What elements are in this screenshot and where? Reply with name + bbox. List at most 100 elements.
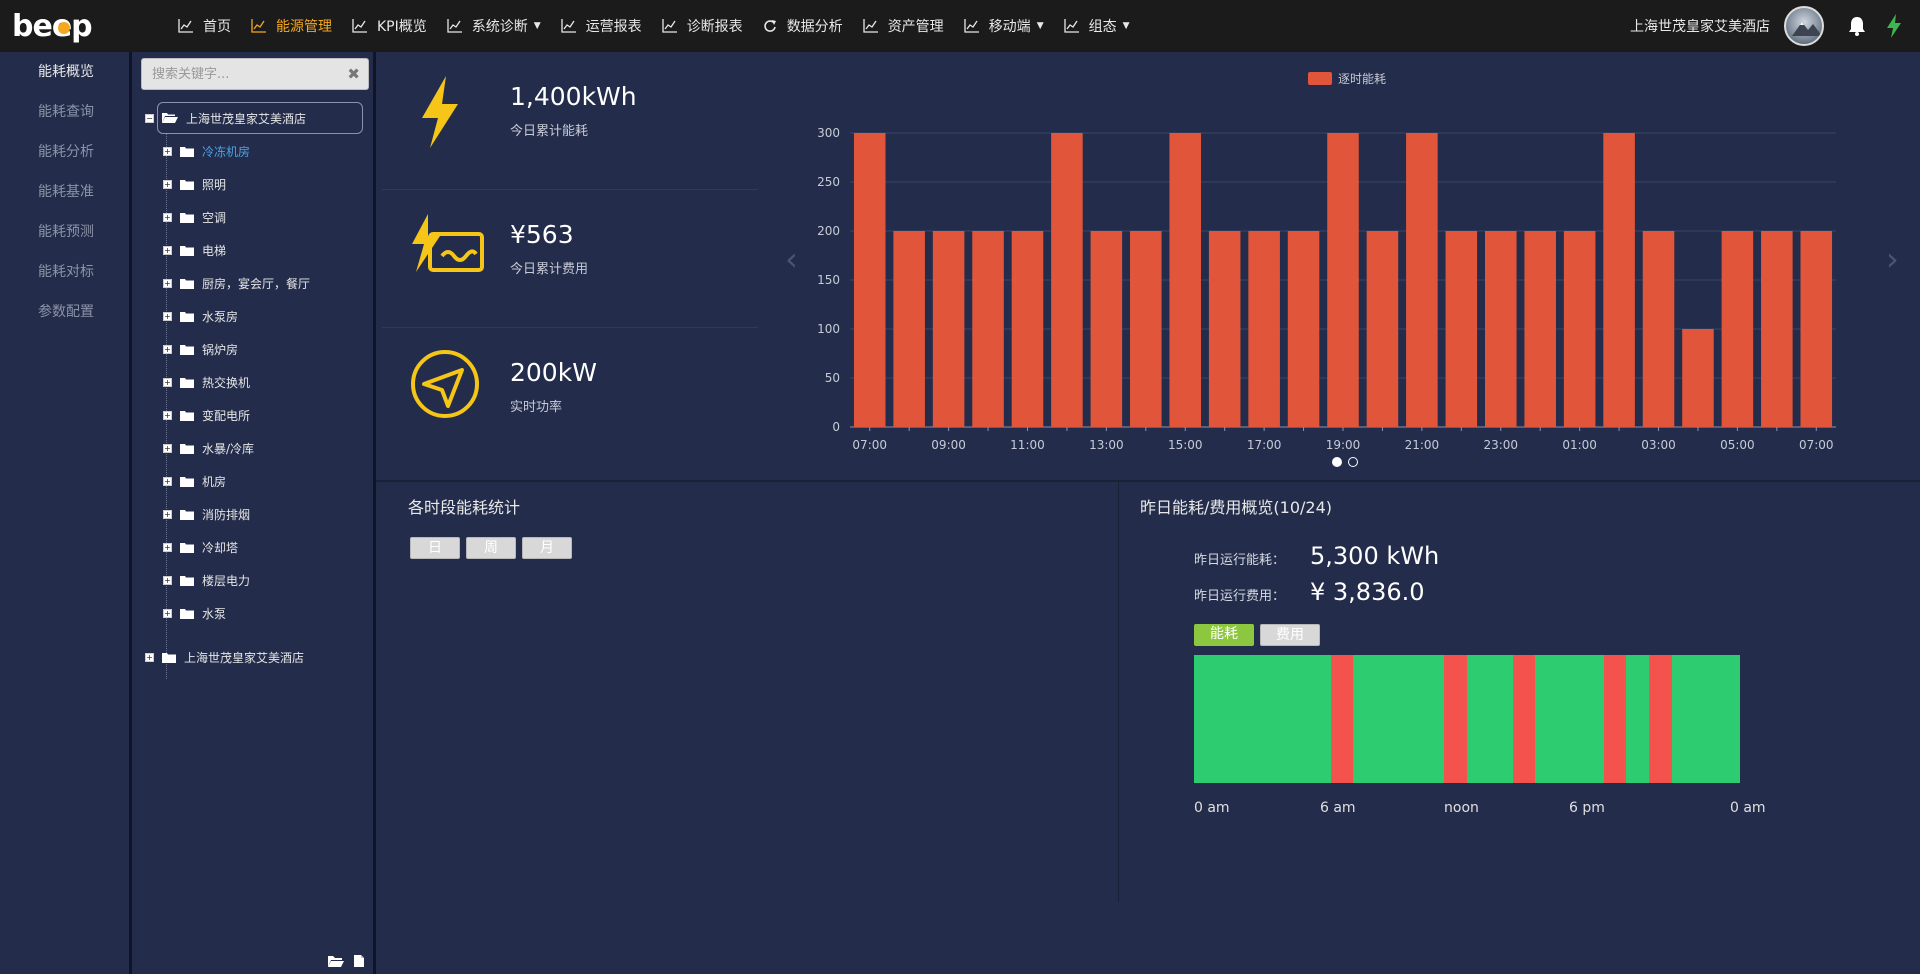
- carousel-dots: [1332, 457, 1358, 467]
- power-status-icon[interactable]: [1886, 14, 1902, 38]
- nav-item-5[interactable]: 诊断报表: [652, 0, 753, 52]
- expand-icon[interactable]: +: [163, 575, 172, 585]
- carousel-dot-1[interactable]: [1332, 457, 1342, 467]
- tree-node[interactable]: + 空调: [163, 207, 226, 227]
- nav-item-4[interactable]: 运营报表: [551, 0, 652, 52]
- bar: [972, 231, 1004, 427]
- expand-icon[interactable]: +: [163, 245, 172, 255]
- expand-icon[interactable]: +: [163, 509, 172, 519]
- menu-item-0[interactable]: 能耗概览: [0, 52, 129, 92]
- tree-node[interactable]: + 消防排烟: [163, 504, 250, 524]
- expand-icon[interactable]: +: [163, 377, 172, 387]
- expand-icon[interactable]: +: [163, 179, 172, 189]
- bar: [1090, 231, 1123, 427]
- tab-cost[interactable]: 费用: [1260, 624, 1320, 646]
- period-day-button[interactable]: 日: [410, 537, 460, 559]
- x-tick-label: 17:00: [1247, 438, 1282, 452]
- x-tick-label: 11:00: [1010, 438, 1045, 452]
- expand-icon[interactable]: +: [163, 278, 172, 288]
- tree-node[interactable]: + 冷却塔: [163, 537, 238, 557]
- expand-icon[interactable]: +: [163, 146, 172, 156]
- y-tick-label: 100: [817, 322, 840, 336]
- tree-root-node[interactable]: − 上海世茂皇家艾美酒店: [145, 108, 306, 128]
- caret-down-icon: ▼: [533, 21, 541, 31]
- peak-segment: [1603, 655, 1627, 783]
- tree-node-label: 热交换机: [202, 375, 251, 390]
- folder-icon: [180, 542, 194, 553]
- nav-item-0[interactable]: 首页: [168, 0, 241, 52]
- expand-icon[interactable]: +: [163, 344, 172, 354]
- tree-node[interactable]: + 冷冻机房: [163, 141, 250, 161]
- nav-item-3[interactable]: 系统诊断 ▼: [437, 0, 551, 52]
- tree-node-label: 上海世茂皇家艾美酒店: [186, 111, 307, 126]
- clear-search-icon[interactable]: ✖: [347, 65, 360, 83]
- tree-node[interactable]: + 水泵: [163, 603, 226, 623]
- search-input[interactable]: [142, 59, 342, 89]
- nav-item-8[interactable]: 移动端 ▼: [954, 0, 1054, 52]
- menu-item-1[interactable]: 能耗查询: [0, 92, 129, 132]
- expand-icon[interactable]: +: [163, 212, 172, 222]
- expand-icon[interactable]: +: [145, 652, 154, 662]
- tree-node-label: 机房: [202, 474, 227, 489]
- period-month-button[interactable]: 月: [522, 537, 572, 559]
- hotel-name[interactable]: 上海世茂皇家艾美酒店: [1630, 16, 1770, 36]
- nav-item-label: 组态: [1088, 19, 1117, 35]
- bell-icon[interactable]: [1848, 16, 1866, 36]
- expand-icon[interactable]: +: [163, 476, 172, 486]
- expand-icon[interactable]: +: [163, 542, 172, 552]
- tree-node[interactable]: + 照明: [163, 174, 226, 194]
- tree-node[interactable]: + 变配电所: [163, 405, 250, 425]
- avatar[interactable]: [1784, 6, 1824, 46]
- expand-icon[interactable]: +: [163, 311, 172, 321]
- bar: [1563, 231, 1596, 427]
- expand-icon[interactable]: +: [163, 608, 172, 618]
- menu-item-3[interactable]: 能耗基准: [0, 172, 129, 212]
- legend-swatch: [1308, 72, 1332, 85]
- kpi-realtime-power: 200kW 实时功率: [382, 328, 758, 466]
- folder-icon: [162, 652, 176, 663]
- menu-item-2[interactable]: 能耗分析: [0, 132, 129, 172]
- tree-node[interactable]: + 水泵房: [163, 306, 238, 326]
- chart-prev-arrow[interactable]: ‹: [785, 240, 798, 278]
- tree-node[interactable]: + 热交换机: [163, 372, 250, 392]
- nav-item-label: 首页: [203, 19, 231, 35]
- x-tick-label: 23:00: [1483, 438, 1518, 452]
- nav-item-1[interactable]: 能源管理: [241, 0, 342, 52]
- svg-text:beep: beep: [12, 9, 92, 44]
- tree-node[interactable]: + 锅炉房: [163, 339, 238, 359]
- tree-node[interactable]: + 机房: [163, 471, 226, 491]
- menu-item-6[interactable]: 参数配置: [0, 292, 129, 332]
- chart-next-arrow[interactable]: ›: [1886, 240, 1899, 278]
- menu-item-5[interactable]: 能耗对标: [0, 252, 129, 292]
- yesterday-energy-row: 昨日运行能耗： 5,300 kWh: [1194, 542, 1439, 570]
- tree-root-node-2[interactable]: + 上海世茂皇家艾美酒店: [145, 647, 304, 667]
- folder-open-icon[interactable]: [327, 954, 345, 968]
- nav-item-2[interactable]: KPI概览: [342, 0, 437, 52]
- nav-item-9[interactable]: 组态 ▼: [1054, 0, 1140, 52]
- menu-item-4[interactable]: 能耗预测: [0, 212, 129, 252]
- folder-icon: [180, 377, 194, 388]
- y-tick-label: 150: [817, 273, 840, 287]
- energy-side-menu: 能耗概览 能耗查询 能耗分析 能耗基准 能耗预测 能耗对标 参数配置: [0, 52, 132, 974]
- tab-energy[interactable]: 能耗: [1194, 624, 1254, 646]
- yesterday-overview-title: 昨日能耗/费用概览(10/24): [1140, 498, 1332, 517]
- bar: [1287, 231, 1320, 427]
- tree-node[interactable]: + 电梯: [163, 240, 226, 260]
- file-icon[interactable]: [353, 954, 365, 968]
- beep-logo[interactable]: beep: [12, 8, 100, 44]
- expand-icon[interactable]: +: [163, 443, 172, 453]
- collapse-icon[interactable]: −: [145, 113, 154, 123]
- carousel-dot-2[interactable]: [1348, 457, 1358, 467]
- tree-node[interactable]: + 水暴/冷库: [163, 438, 254, 458]
- tree-node[interactable]: + 楼层电力: [163, 570, 250, 590]
- nav-item-7[interactable]: 资产管理: [853, 0, 954, 52]
- folder-icon: [180, 509, 194, 520]
- chart-line-icon: [863, 19, 878, 33]
- tree-node[interactable]: + 厨房，宴会厅，餐厅: [163, 273, 310, 293]
- nav-item-6[interactable]: 数据分析: [753, 0, 853, 52]
- timeline-label: 0 am: [1194, 800, 1230, 816]
- period-week-button[interactable]: 周: [466, 537, 516, 559]
- kpi-label: 今日累计费用: [510, 262, 589, 277]
- peak-segment: [1330, 655, 1354, 783]
- expand-icon[interactable]: +: [163, 410, 172, 420]
